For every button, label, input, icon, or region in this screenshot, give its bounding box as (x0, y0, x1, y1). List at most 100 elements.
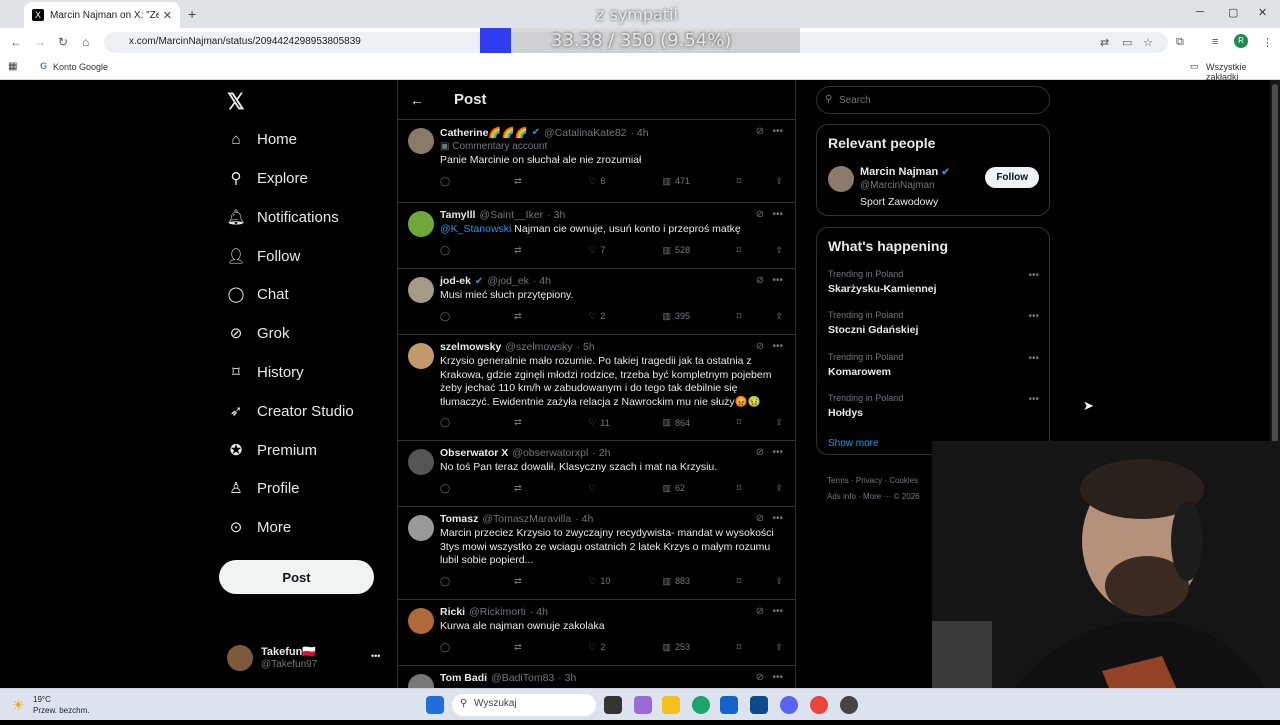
forward-icon[interactable]: → (34, 35, 46, 49)
grok-icon[interactable]: ⊘ (756, 126, 764, 137)
sidebar-item-explore[interactable]: ⚲ Explore (227, 169, 308, 188)
retweet-icon[interactable]: ⇄ (514, 245, 554, 256)
like-button[interactable]: ♡ (588, 483, 628, 494)
post-button[interactable]: Post (219, 560, 374, 594)
grok-icon[interactable]: ⊘ (756, 672, 764, 683)
more-icon[interactable]: ••• (772, 672, 783, 683)
bookmark-icon[interactable]: ⌑ (737, 576, 742, 587)
author-name[interactable]: szelmowsky (440, 341, 501, 353)
retweet-icon[interactable]: ⇄ (514, 576, 554, 587)
grok-icon[interactable]: ⊘ (756, 513, 764, 524)
bookmark-icon[interactable]: ⌑ (737, 176, 742, 187)
back-arrow-icon[interactable]: ← (410, 92, 424, 108)
close-window-button[interactable]: ✕ (1258, 6, 1267, 19)
author-handle[interactable]: @jod_ek (487, 275, 529, 287)
more-icon[interactable]: ••• (772, 275, 783, 286)
reply-icon[interactable]: ◯ (440, 245, 480, 256)
reply-icon[interactable]: ◯ (440, 642, 480, 653)
reply-tweet[interactable]: Catherine🌈🌈🌈 ✔ @CatalinaKate82 · 4h ⊘ ••• ▣… (398, 120, 795, 203)
chrome-icon[interactable] (810, 696, 828, 714)
views-button[interactable]: ▥ 471 (662, 176, 702, 187)
author-name[interactable]: jod-ek (440, 275, 471, 287)
sidebar-item-more[interactable]: ⊙ More (227, 518, 291, 537)
more-icon[interactable]: ••• (1028, 311, 1039, 322)
search-input[interactable]: ⚲ Search (816, 86, 1050, 114)
avatar[interactable] (828, 166, 854, 192)
bookmark-icon[interactable]: ⌑ (737, 245, 742, 256)
tweet-menu[interactable]: ⊘ ••• (756, 513, 783, 524)
tab-close-icon[interactable]: ✕ (163, 9, 172, 22)
bookmark-icon[interactable]: ⌑ (737, 311, 742, 322)
more-icon[interactable]: ••• (772, 513, 783, 524)
trend-item[interactable]: Trending in Poland Komarowem (828, 352, 903, 378)
tweet-menu[interactable]: ⊘ ••• (756, 341, 783, 352)
sidebar-item-chat[interactable]: ◯ Chat (227, 285, 289, 304)
sidebar-item-follow[interactable]: 👤︎ Follow (226, 247, 300, 266)
bookmark-icon[interactable]: ⌑ (737, 642, 742, 653)
tweet-menu[interactable]: ⊘ ••• (756, 447, 783, 458)
bookmark-google-account[interactable]: Konto Google (53, 62, 108, 72)
back-icon[interactable]: ← (10, 35, 22, 49)
share-icon[interactable]: ⇪ (775, 311, 783, 322)
share-icon[interactable]: ⇪ (775, 245, 783, 256)
reply-tweet[interactable]: Tamylll @Saint__Iker · 3h ⊘ ••• @K_Stanows… (398, 203, 795, 269)
maximize-button[interactable]: ▢ (1228, 6, 1238, 19)
show-more-link[interactable]: Show more (828, 438, 879, 449)
grok-icon[interactable]: ⊘ (756, 606, 764, 617)
reply-tweet[interactable]: Tom Badi @BadiTom83 · 3h ⊘ ••• (398, 666, 795, 688)
views-button[interactable]: ▥ 253 (662, 642, 702, 653)
like-button[interactable]: ♡ 2 (588, 642, 628, 653)
grok-icon[interactable]: ⊘ (756, 275, 764, 286)
tweet-menu[interactable]: ⊘ ••• (756, 209, 783, 220)
reply-tweet[interactable]: Ricki @Rickimorti · 4h ⊘ ••• Kurwa ale naj… (398, 600, 795, 666)
tweet-time[interactable]: · 5h (577, 341, 595, 353)
like-button[interactable]: ♡ 11 (588, 417, 628, 428)
sidebar-item-home[interactable]: ⌂ Home (227, 130, 297, 148)
like-button[interactable]: ♡ 6 (588, 176, 628, 187)
bookmark-icon[interactable]: ⌑ (737, 417, 742, 428)
all-bookmarks[interactable]: Wszystkie zakładki (1206, 62, 1280, 82)
trend-item[interactable]: Trending in Poland Skarżysku-Kamiennej (828, 269, 937, 295)
retweet-icon[interactable]: ⇄ (514, 483, 554, 494)
tweet-time[interactable]: · 3h (558, 672, 576, 684)
discord-icon[interactable] (780, 696, 798, 714)
profile-avatar-icon[interactable]: R (1234, 34, 1248, 48)
browser-tab[interactable]: X Marcin Najman on X: "Ze wszy ✕ (24, 2, 180, 28)
author-name[interactable]: Ricki (440, 606, 465, 618)
author-name[interactable]: Tomasz (440, 513, 478, 525)
author-name[interactable]: Tamylll (440, 209, 475, 221)
share-icon[interactable]: ⇪ (775, 176, 783, 187)
home-browser-icon[interactable]: ⌂ (82, 35, 89, 49)
more-icon[interactable]: ••• (1028, 270, 1039, 281)
bookmark-icon[interactable]: ⌑ (737, 483, 742, 494)
sidebar-item-premium[interactable]: ✪ Premium (227, 441, 317, 460)
retweet-icon[interactable]: ⇄ (514, 311, 554, 322)
scrollbar-thumb[interactable] (1272, 84, 1278, 444)
author-handle[interactable]: @TomaszMaravilla (482, 513, 571, 525)
extensions-icon[interactable]: ⧉ (1176, 36, 1184, 49)
apps-grid-icon[interactable]: ▦ (8, 61, 17, 72)
like-button[interactable]: ♡ 10 (588, 576, 628, 587)
views-button[interactable]: ▥ 528 (662, 245, 702, 256)
reply-icon[interactable]: ◯ (440, 176, 480, 187)
like-button[interactable]: ♡ 7 (588, 245, 628, 256)
star-icon[interactable]: ☆ (1143, 36, 1153, 49)
tweet-menu[interactable]: ⊘ ••• (756, 126, 783, 137)
minimize-button[interactable]: ─ (1196, 6, 1204, 18)
tweet-menu[interactable]: ⊘ ••• (756, 606, 783, 617)
app-icon[interactable] (840, 696, 858, 714)
task-view-icon[interactable] (604, 696, 622, 714)
x-logo-icon[interactable]: 𝕏 (227, 89, 245, 115)
mention-link[interactable]: @K_Stanowski (440, 223, 511, 235)
share-icon[interactable]: ⇪ (775, 483, 783, 494)
views-button[interactable]: ▥ 883 (662, 576, 702, 587)
tweet-time[interactable]: · 4h (631, 127, 649, 139)
share-icon[interactable]: ⇪ (775, 417, 783, 428)
author-name[interactable]: Catherine🌈🌈🌈 (440, 126, 528, 139)
translate-icon[interactable]: ⇄ (1100, 36, 1109, 49)
new-tab-button[interactable]: + (188, 6, 196, 22)
sidebar-item-notifications[interactable]: 🔔︎ Notifications (226, 208, 338, 227)
more-icon[interactable]: ••• (1028, 394, 1039, 405)
reply-tweet[interactable]: Obserwator X @obserwatorxpl · 2h ⊘ ••• No … (398, 441, 795, 507)
grok-icon[interactable]: ⊘ (756, 447, 764, 458)
